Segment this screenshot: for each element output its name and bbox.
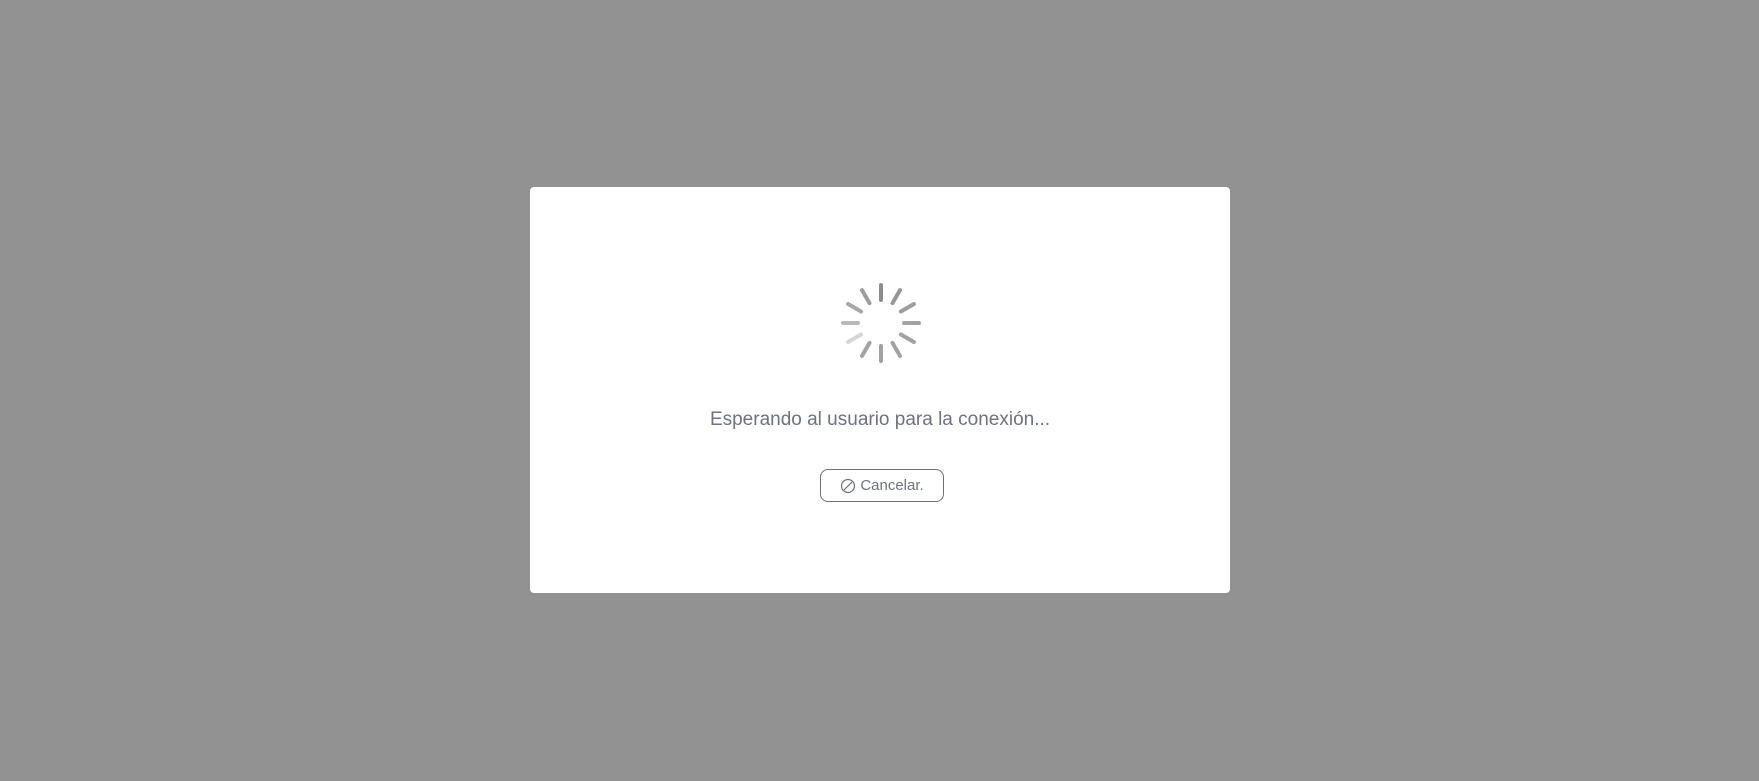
cancel-button-label: Cancelar. [860, 477, 924, 494]
loading-spinner-icon [841, 283, 921, 363]
spinner-spoke [860, 288, 872, 306]
spinner-spoke [890, 340, 902, 358]
modal-overlay: Esperando al usuario para la conexión...… [0, 0, 1759, 781]
spinner-spoke [846, 332, 864, 344]
spinner-spoke [898, 302, 916, 314]
cancel-button[interactable]: Cancelar. [820, 469, 944, 502]
waiting-message: Esperando al usuario para la conexión... [709, 409, 1051, 430]
cancel-icon [841, 478, 856, 493]
connection-dialog: Esperando al usuario para la conexión...… [530, 187, 1230, 593]
spinner-spoke [898, 332, 916, 344]
spinner-spoke [846, 302, 864, 314]
spinner-spoke [890, 288, 902, 306]
spinner-spoke [860, 340, 872, 358]
